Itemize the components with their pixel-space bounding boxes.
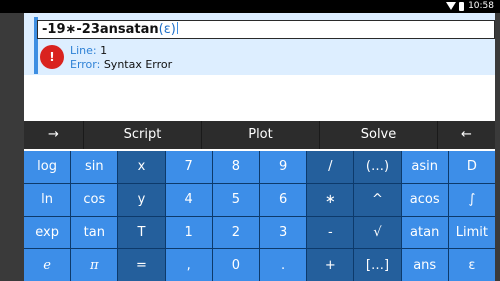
expression-text: -19∗-23ansatan: [42, 22, 159, 37]
expression-input[interactable]: -19∗-23ansatan(ε): [37, 20, 495, 39]
key-0[interactable]: 0: [212, 249, 259, 281]
key-tan[interactable]: tan: [71, 216, 118, 249]
key-atan[interactable]: atan: [401, 216, 448, 249]
key-epsilon[interactable]: ε: [448, 249, 495, 281]
key-divide[interactable]: /: [307, 151, 354, 183]
key-8[interactable]: 8: [212, 151, 259, 183]
key-x[interactable]: x: [118, 151, 165, 183]
left-edge: [0, 13, 24, 281]
key-1[interactable]: 1: [165, 216, 212, 249]
key-parentheses[interactable]: (…): [354, 151, 401, 183]
key-brackets[interactable]: […]: [354, 249, 401, 281]
status-icons: [446, 2, 464, 11]
key-pi[interactable]: π: [71, 249, 118, 281]
key-asin[interactable]: asin: [401, 151, 448, 183]
mode-toolbar: → Script Plot Solve ←: [24, 121, 495, 149]
text-cursor: [176, 22, 178, 34]
error-value: Syntax Error: [103, 58, 173, 71]
results-area: [24, 75, 495, 121]
key-sin[interactable]: sin: [71, 151, 118, 183]
wifi-icon: [446, 2, 456, 10]
key-decimal[interactable]: .: [260, 249, 307, 281]
key-t[interactable]: T: [118, 216, 165, 249]
line-value: 1: [100, 44, 108, 57]
key-3[interactable]: 3: [260, 216, 307, 249]
script-tab[interactable]: Script: [84, 121, 202, 149]
key-9[interactable]: 9: [260, 151, 307, 183]
key-limit[interactable]: Limit: [448, 216, 495, 249]
error-label: Error:: [70, 58, 101, 71]
key-power[interactable]: ^: [354, 183, 401, 216]
status-bar: 10:58: [0, 0, 500, 13]
line-label: Line:: [70, 44, 97, 57]
error-icon: !: [40, 45, 64, 69]
key-4[interactable]: 4: [165, 183, 212, 216]
key-minus[interactable]: -: [307, 216, 354, 249]
key-cos[interactable]: cos: [71, 183, 118, 216]
key-plus[interactable]: +: [307, 249, 354, 281]
key-derivative[interactable]: D: [448, 151, 495, 183]
key-comma[interactable]: ,: [165, 249, 212, 281]
plot-tab[interactable]: Plot: [202, 121, 320, 149]
key-equals[interactable]: =: [118, 249, 165, 281]
status-time: 10:58: [468, 1, 494, 11]
battery-icon: [459, 2, 464, 11]
key-acos[interactable]: acos: [401, 183, 448, 216]
key-integral[interactable]: ∫: [448, 183, 495, 216]
solve-tab[interactable]: Solve: [320, 121, 438, 149]
key-exp[interactable]: exp: [24, 216, 71, 249]
error-message-info: Error: Syntax Error: [70, 58, 172, 71]
key-euler-e[interactable]: e: [24, 249, 71, 281]
error-line-info: Line: 1: [70, 44, 107, 57]
key-ans[interactable]: ans: [401, 249, 448, 281]
arrow-right-button[interactable]: →: [24, 121, 84, 149]
keypad: log sin x 7 8 9 / (…) asin D ln cos y 4 …: [24, 151, 495, 281]
right-edge: [495, 13, 500, 281]
key-ln[interactable]: ln: [24, 183, 71, 216]
key-sqrt[interactable]: √: [354, 216, 401, 249]
arrow-left-button[interactable]: ←: [438, 121, 495, 149]
key-2[interactable]: 2: [212, 216, 259, 249]
key-multiply[interactable]: ∗: [307, 183, 354, 216]
key-7[interactable]: 7: [165, 151, 212, 183]
key-6[interactable]: 6: [260, 183, 307, 216]
key-5[interactable]: 5: [212, 183, 259, 216]
expression-suffix: (ε): [158, 22, 176, 37]
key-y[interactable]: y: [118, 183, 165, 216]
key-log[interactable]: log: [24, 151, 71, 183]
